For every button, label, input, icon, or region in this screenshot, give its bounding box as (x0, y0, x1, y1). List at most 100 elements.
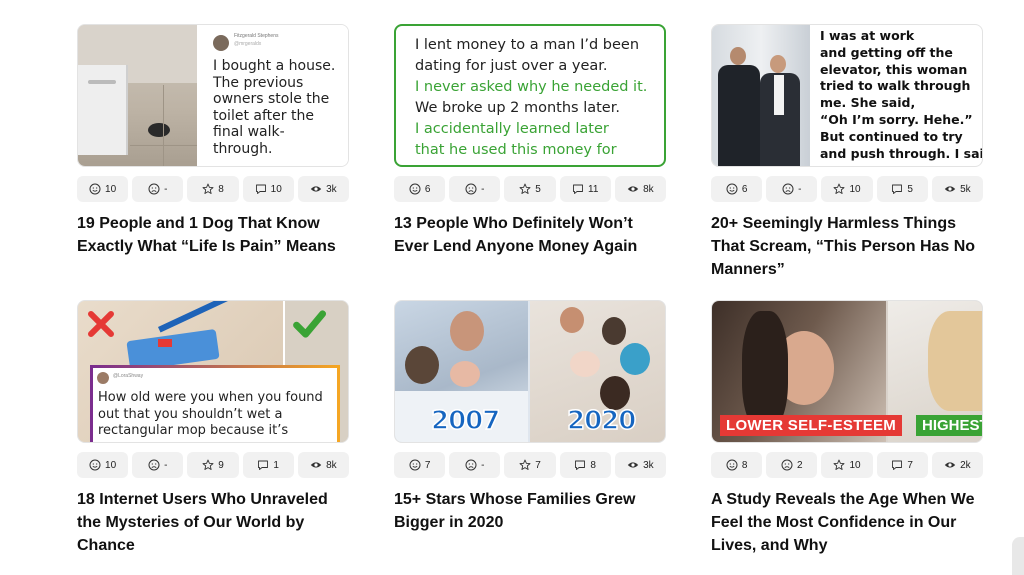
frown-reaction[interactable]: - (132, 452, 184, 478)
article-thumbnail[interactable]: I lent money to a man I’d been dating for… (394, 24, 666, 167)
comments-reaction[interactable]: 11 (559, 176, 611, 202)
article-card[interactable]: @LoraShway How old were you when you fou… (77, 300, 350, 557)
smile-count: 7 (424, 459, 431, 471)
article-title[interactable]: 13 People Who Definitely Won’t Ever Lend… (394, 212, 666, 258)
quote-text-block: I was at work and getting off the elevator… (820, 28, 982, 162)
star-reaction[interactable]: 8 (187, 176, 239, 202)
comments-count: 8 (590, 459, 596, 471)
frown-reaction[interactable]: - (766, 176, 818, 202)
article-title[interactable]: 20+ Seemingly Harmless Things That Screa… (711, 212, 983, 281)
quote-text-block: I lent money to a man I’d been dating for… (415, 35, 664, 161)
quote-line: I was at work (820, 28, 915, 43)
views-count: 8k (326, 459, 337, 471)
views-reaction[interactable]: 3k (297, 176, 350, 202)
views-reaction[interactable]: 8k (614, 176, 667, 202)
views-reaction[interactable]: 2k (931, 452, 984, 478)
comments-reaction[interactable]: 5 (876, 176, 928, 202)
quote-line: that he used this money for (415, 142, 617, 158)
comments-reaction[interactable]: 10 (242, 176, 294, 202)
frown-reaction[interactable]: - (132, 176, 184, 202)
frown-reaction[interactable]: 2 (766, 452, 818, 478)
article-title[interactable]: 18 Internet Users Who Unraveled the Myst… (77, 488, 349, 557)
article-card[interactable]: LOWER SELF-ESTEEM HIGHEST 8 2 10 7 2k A … (711, 300, 984, 557)
smile-reaction[interactable]: 10 (77, 176, 129, 202)
article-thumbnail[interactable]: Fitzgerald Stephens @mrgeraldx I bought … (77, 24, 349, 167)
avatar (97, 372, 109, 384)
elevator-photo (712, 25, 810, 166)
quote-line: tried to walk through (820, 78, 971, 94)
article-title[interactable]: 19 People and 1 Dog That Know Exactly Wh… (77, 212, 349, 258)
smile-reaction[interactable]: 8 (711, 452, 763, 478)
quote-line: I never asked why he needed it. (415, 79, 648, 95)
tweet-text: How old were you when you found out that… (98, 390, 323, 438)
quote-line: I lent money to a man I’d been (415, 37, 640, 53)
reaction-bar: 10 - 8 10 3k (77, 176, 350, 202)
reaction-bar: 8 2 10 7 2k (711, 452, 984, 478)
reaction-bar: 6 - 5 11 8k (394, 176, 667, 202)
tweet-text: I bought a house. The previous owners st… (213, 58, 336, 157)
star-count: 9 (218, 459, 224, 471)
scroll-to-top-knob[interactable] (1012, 537, 1024, 575)
star-reaction[interactable]: 7 (504, 452, 556, 478)
article-title[interactable]: A Study Reveals the Age When We Feel the… (711, 488, 983, 557)
reaction-bar: 7 - 7 8 3k (394, 452, 667, 478)
article-card[interactable]: Fitzgerald Stephens @mrgeraldx I bought … (77, 24, 350, 258)
article-thumbnail[interactable]: 2007 2020 (394, 300, 666, 443)
frown-reaction[interactable]: - (449, 452, 501, 478)
article-card[interactable]: I lent money to a man I’d been dating for… (394, 24, 667, 258)
mop-illustration (118, 301, 288, 372)
frown-count: - (164, 183, 168, 195)
star-reaction[interactable]: 10 (821, 452, 873, 478)
star-reaction[interactable]: 10 (821, 176, 873, 202)
views-count: 8k (643, 183, 654, 195)
views-count: 2k (960, 459, 971, 471)
comment-icon (255, 184, 266, 194)
article-thumbnail[interactable]: I was at work and getting off the elevator… (711, 24, 983, 167)
views-count: 5k (960, 183, 971, 195)
star-count: 10 (849, 183, 861, 195)
views-reaction[interactable]: 3k (614, 452, 667, 478)
quote-line: and getting off the (820, 44, 953, 60)
lower-self-esteem-label: LOWER SELF-ESTEEM (720, 415, 903, 436)
smile-count: 6 (424, 183, 431, 195)
smile-icon (726, 459, 738, 471)
eye-icon (944, 462, 956, 468)
frown-icon (782, 183, 794, 195)
reaction-bar: 6 - 10 5 5k (711, 176, 984, 202)
article-card[interactable]: I was at work and getting off the elevator… (711, 24, 984, 281)
star-icon (202, 459, 214, 470)
comments-reaction[interactable]: 7 (876, 452, 928, 478)
year-label-2007: 2007 (430, 405, 501, 437)
frown-count: - (798, 183, 802, 195)
comments-reaction[interactable]: 8 (559, 452, 611, 478)
red-x-icon (88, 311, 114, 337)
views-count: 3k (326, 183, 337, 195)
reaction-bar: 10 - 9 1 8k (77, 452, 350, 478)
smile-reaction[interactable]: 7 (394, 452, 446, 478)
star-reaction[interactable]: 9 (187, 452, 239, 478)
article-title[interactable]: 15+ Stars Whose Families Grew Bigger in … (394, 488, 666, 534)
comments-reaction[interactable]: 1 (242, 452, 294, 478)
frown-reaction[interactable]: - (449, 176, 501, 202)
smile-reaction[interactable]: 10 (77, 452, 129, 478)
star-icon (202, 183, 214, 194)
quote-line: dating for just over a year. (415, 58, 608, 74)
smile-count: 10 (105, 183, 117, 195)
smile-reaction[interactable]: 6 (711, 176, 763, 202)
article-thumbnail[interactable]: LOWER SELF-ESTEEM HIGHEST (711, 300, 983, 443)
frown-icon (148, 459, 160, 471)
views-reaction[interactable]: 8k (297, 452, 350, 478)
star-reaction[interactable]: 5 (504, 176, 556, 202)
star-icon (833, 183, 845, 194)
star-icon (519, 183, 531, 194)
tweet-card: Fitzgerald Stephens @mrgeraldx I bought … (198, 25, 348, 166)
comments-count: 7 (907, 459, 913, 471)
article-thumbnail[interactable]: @LoraShway How old were you when you fou… (77, 300, 349, 443)
views-reaction[interactable]: 5k (931, 176, 984, 202)
smile-count: 10 (105, 459, 117, 471)
eye-icon (944, 186, 956, 192)
star-icon (833, 459, 845, 470)
smile-reaction[interactable]: 6 (394, 176, 446, 202)
article-card[interactable]: 2007 2020 7 - 7 8 3k 15+ Stars Whose Fam… (394, 300, 667, 534)
smile-icon (89, 459, 101, 471)
